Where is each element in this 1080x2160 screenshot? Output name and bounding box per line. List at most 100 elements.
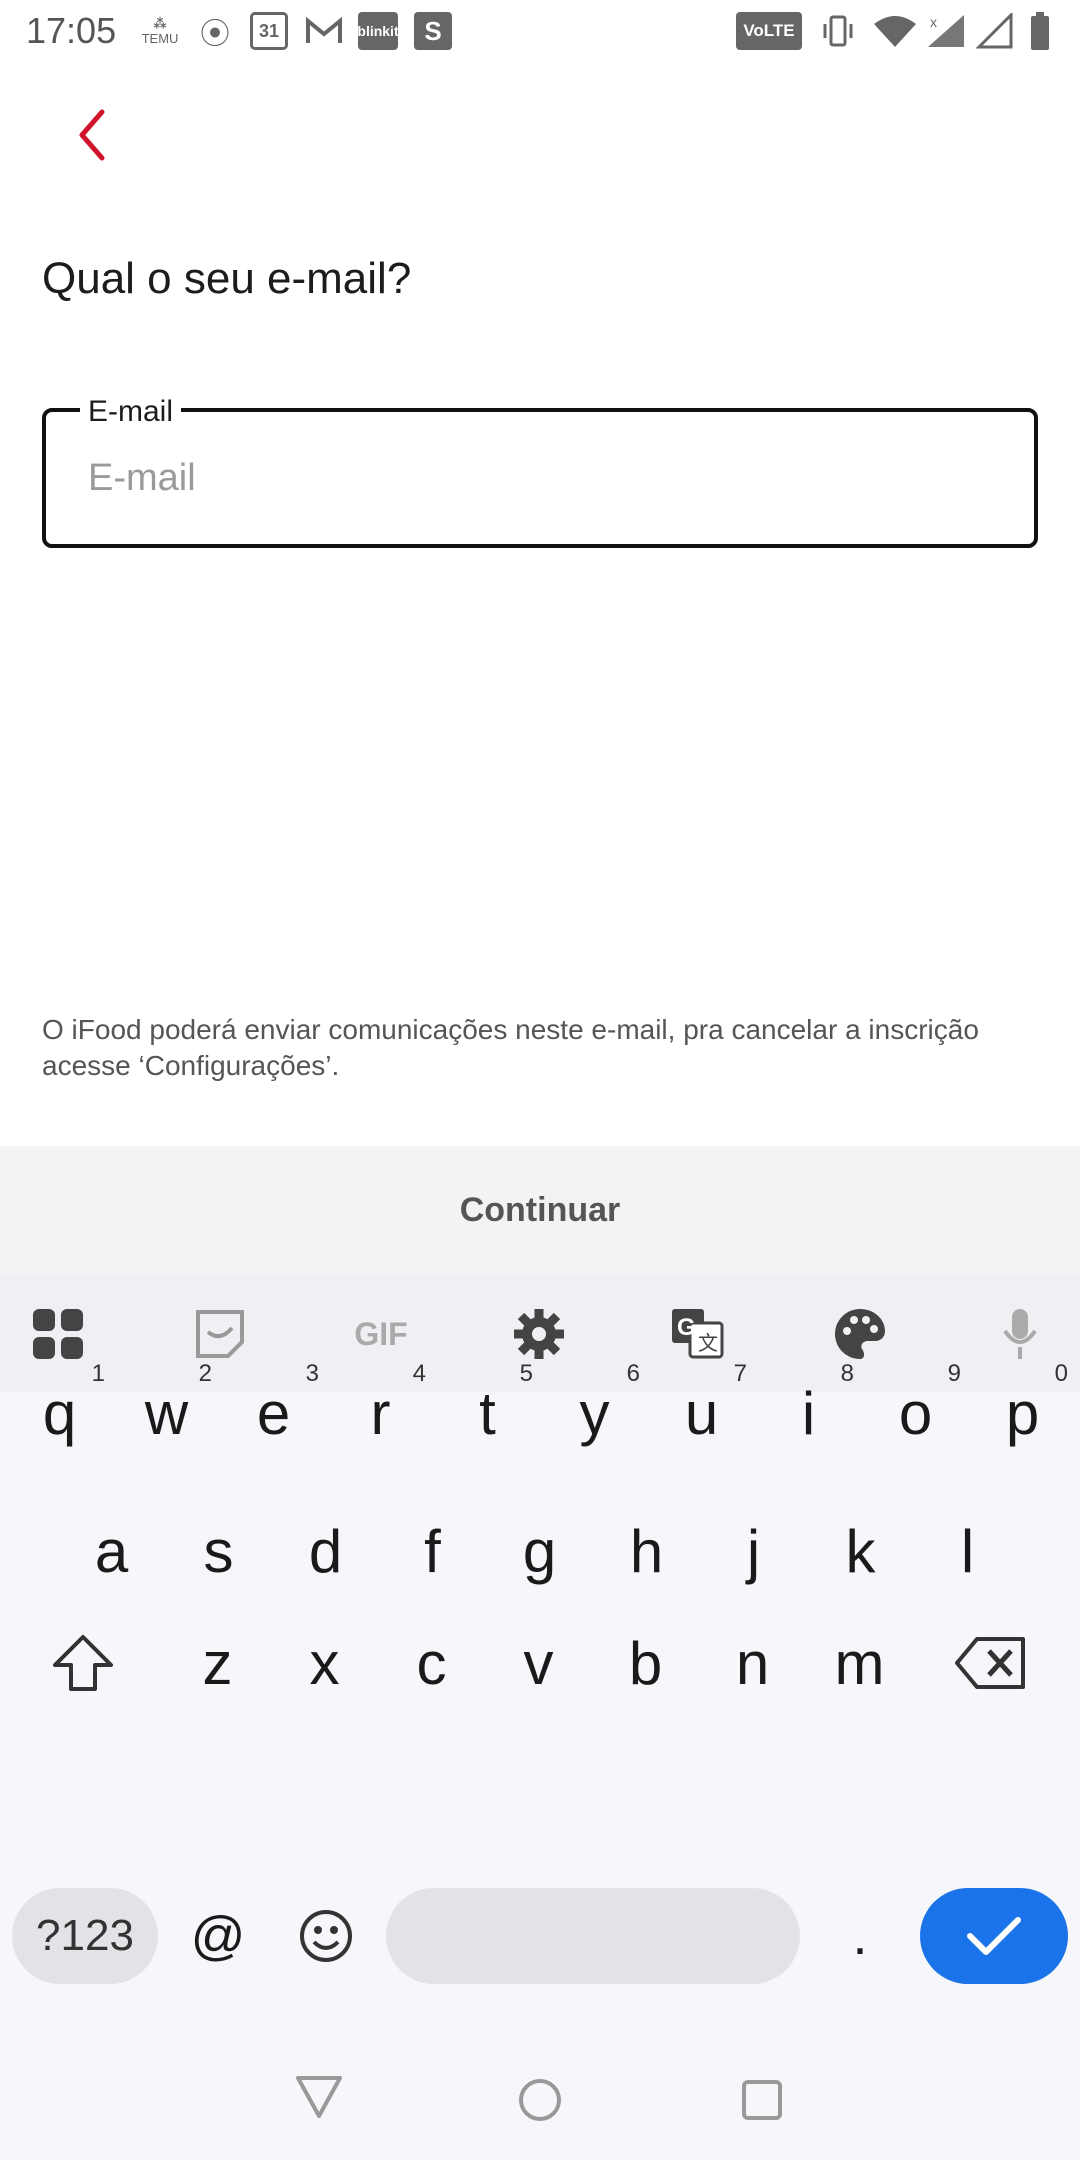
email-consent-note: O iFood poderá enviar comunicações neste… — [42, 1014, 979, 1081]
at-key[interactable]: @ — [180, 1888, 256, 1984]
translate-icon[interactable]: G文 — [668, 1304, 728, 1364]
back-button[interactable] — [60, 100, 120, 170]
key-letter: y — [579, 1379, 610, 1447]
key-letter: c — [416, 1629, 447, 1697]
key-letter: d — [308, 1517, 343, 1585]
signal-roaming-icon: x — [924, 12, 970, 50]
key-hint: 2 — [198, 1360, 212, 1387]
key-hint: 4 — [412, 1360, 426, 1387]
key-t[interactable]: t5 — [434, 1358, 541, 1468]
key-z[interactable]: z — [164, 1608, 271, 1718]
status-bar: 17:05 ⁂ TEMU ⦿ 31 blinkit S VoLTE x — [0, 0, 1080, 62]
svg-text:文: 文 — [698, 1331, 718, 1355]
space-key[interactable] — [386, 1888, 800, 1984]
key-s[interactable]: s — [165, 1496, 272, 1606]
key-l[interactable]: l — [914, 1496, 1021, 1606]
key-hint: 8 — [840, 1360, 854, 1387]
key-hint: 0 — [1054, 1360, 1068, 1387]
key-hint: 6 — [626, 1360, 640, 1387]
s-app-icon: S — [414, 12, 452, 50]
key-j[interactable]: j — [700, 1496, 807, 1606]
emoji-icon — [300, 1910, 352, 1962]
calendar-icon: 31 — [250, 12, 288, 50]
battery-icon — [1028, 12, 1052, 50]
key-letter: a — [94, 1517, 129, 1585]
continue-label: Continuar — [459, 1190, 621, 1229]
key-o[interactable]: o9 — [862, 1358, 969, 1468]
key-g[interactable]: g — [486, 1496, 593, 1606]
key-m[interactable]: m — [806, 1608, 913, 1718]
key-r[interactable]: r4 — [327, 1358, 434, 1468]
svg-text:x: x — [930, 14, 937, 30]
key-letter: g — [522, 1517, 557, 1585]
navigation-bar — [0, 2026, 1080, 2160]
key-letter: h — [629, 1517, 664, 1585]
key-letter: v — [523, 1629, 554, 1697]
apps-grid-icon[interactable] — [28, 1304, 88, 1364]
key-hint: 7 — [733, 1360, 747, 1387]
gif-button[interactable]: GIF — [346, 1304, 416, 1364]
key-letter: q — [42, 1379, 77, 1447]
volte-icon: VoLTE — [736, 12, 802, 50]
gear-icon[interactable] — [509, 1304, 569, 1364]
key-w[interactable]: w2 — [113, 1358, 220, 1468]
key-letter: e — [256, 1379, 291, 1447]
chevron-left-icon — [79, 109, 105, 161]
key-c[interactable]: c — [378, 1608, 485, 1718]
key-letter: t — [479, 1379, 496, 1447]
key-letter: u — [684, 1379, 719, 1447]
backspace-key[interactable] — [936, 1608, 1046, 1718]
key-e[interactable]: e3 — [220, 1358, 327, 1468]
key-b[interactable]: b — [592, 1608, 699, 1718]
key-letter: l — [960, 1517, 975, 1585]
home-nav-button[interactable] — [516, 2076, 564, 2124]
key-k[interactable]: k — [807, 1496, 914, 1606]
period-key[interactable]: . — [820, 1888, 900, 1984]
key-u[interactable]: u7 — [648, 1358, 755, 1468]
swiggy-icon: ⦿ — [200, 18, 230, 51]
shift-icon — [53, 1635, 113, 1691]
key-i[interactable]: i8 — [755, 1358, 862, 1468]
key-h[interactable]: h — [593, 1496, 700, 1606]
microphone-icon[interactable] — [990, 1304, 1050, 1364]
signal-icon — [976, 12, 1014, 50]
key-n[interactable]: n — [699, 1608, 806, 1718]
symbols-key[interactable]: ?123 — [12, 1888, 158, 1984]
page-title: Qual o seu e-mail? — [42, 254, 412, 303]
key-letter: i — [801, 1379, 816, 1447]
square-recents-icon — [742, 2080, 782, 2120]
key-letter: k — [845, 1517, 876, 1585]
wifi-icon — [872, 12, 918, 50]
key-letter: m — [834, 1629, 885, 1697]
key-hint: 3 — [305, 1360, 319, 1387]
key-letter: z — [202, 1629, 233, 1697]
key-y[interactable]: y6 — [541, 1358, 648, 1468]
email-field[interactable] — [42, 408, 1038, 548]
key-x[interactable]: x — [271, 1608, 378, 1718]
key-hint: 9 — [947, 1360, 961, 1387]
key-letter: s — [203, 1517, 234, 1585]
back-nav-button[interactable] — [294, 2072, 344, 2122]
key-letter: f — [424, 1517, 441, 1585]
key-p[interactable]: p0 — [969, 1358, 1076, 1468]
emoji-key[interactable] — [286, 1888, 366, 1984]
key-v[interactable]: v — [485, 1608, 592, 1718]
triangle-back-icon — [296, 2076, 342, 2118]
recents-nav-button[interactable] — [738, 2076, 786, 2124]
shift-key[interactable] — [28, 1608, 138, 1718]
continue-button[interactable]: Continuar — [0, 1146, 1080, 1274]
key-f[interactable]: f — [379, 1496, 486, 1606]
key-letter: r — [370, 1379, 391, 1447]
gmail-icon — [304, 12, 344, 50]
key-a[interactable]: a — [58, 1496, 165, 1606]
key-d[interactable]: d — [272, 1496, 379, 1606]
key-q[interactable]: q1 — [6, 1358, 113, 1468]
palette-icon[interactable] — [830, 1304, 890, 1364]
key-letter: b — [628, 1629, 663, 1697]
blinkit-icon: blinkit — [357, 12, 399, 50]
email-input[interactable] — [88, 438, 988, 518]
sticker-icon[interactable] — [190, 1304, 250, 1364]
email-field-label: E-mail — [80, 395, 182, 429]
circle-home-icon — [519, 2079, 561, 2121]
enter-key[interactable] — [920, 1888, 1068, 1984]
